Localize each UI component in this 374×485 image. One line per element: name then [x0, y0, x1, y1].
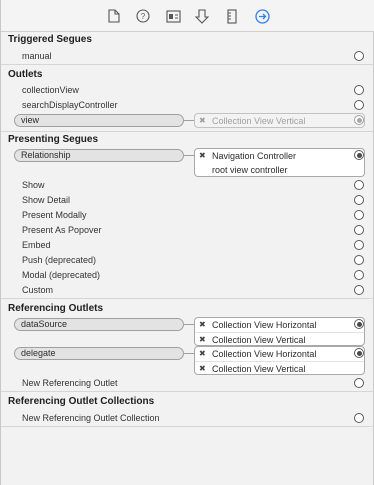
delegate-target-row: ✖ Collection View Horizontal [195, 347, 364, 361]
new-referencing-outlet-collection-connector[interactable] [354, 413, 364, 423]
relationship-target-subrow: root view controller [195, 163, 364, 177]
outlet-searchdisplaycontroller-label: searchDisplayController [22, 100, 118, 110]
section-divider [1, 426, 374, 427]
connection-line [184, 324, 194, 325]
connection-line [184, 120, 194, 121]
connections-icon[interactable] [254, 8, 270, 24]
svg-text:?: ? [141, 12, 146, 21]
segue-embed-connector[interactable] [354, 240, 364, 250]
relationship-target-row: ✖ Navigation Controller [195, 149, 364, 163]
section-title-referencing-outlet-collections: Referencing Outlet Collections [8, 396, 155, 407]
connections-inspector: ? Triggered Segues manual Outlets collec… [0, 0, 374, 485]
new-referencing-outlet-label: New Referencing Outlet [22, 378, 118, 388]
disconnect-icon[interactable]: ✖ [199, 114, 206, 128]
section-title-referencing-outlets: Referencing Outlets [8, 303, 104, 314]
segue-modal-connector[interactable] [354, 270, 364, 280]
target-name: Collection View Horizontal [212, 349, 317, 359]
segue-show-label: Show [22, 180, 45, 190]
segue-custom-connector[interactable] [354, 285, 364, 295]
relationship-target: ✖ Navigation Controller root view contro… [194, 148, 365, 177]
disconnect-icon[interactable]: ✖ [199, 333, 206, 347]
datasource-target-row: ✖ Collection View Horizontal [195, 318, 364, 332]
outlet-searchdisplaycontroller-connector[interactable] [354, 100, 364, 110]
target-name: Collection View Vertical [212, 335, 306, 345]
delegate-target-row: ✖ Collection View Vertical [195, 361, 364, 375]
inspector-toolbar: ? [1, 0, 374, 32]
disconnect-icon[interactable]: ✖ [199, 347, 206, 361]
segue-present-popover-connector[interactable] [354, 225, 364, 235]
outlet-collectionview-label: collectionView [22, 85, 79, 95]
segue-manual-label: manual [22, 51, 52, 61]
outlet-view-target: ✖ Collection View Vertical [194, 113, 365, 128]
outlet-view-pill[interactable]: view [14, 114, 184, 127]
size-icon[interactable] [224, 8, 240, 24]
datasource-target-row: ✖ Collection View Vertical [195, 332, 364, 346]
segue-manual-connector[interactable] [354, 51, 364, 61]
section-divider [1, 64, 374, 65]
disconnect-icon[interactable]: ✖ [199, 149, 206, 163]
target-name: Collection View Vertical [212, 116, 306, 126]
disconnect-icon[interactable]: ✖ [199, 362, 206, 376]
outlet-view-target-row: ✖ Collection View Vertical [195, 114, 364, 128]
section-title-presenting-segues: Presenting Segues [8, 134, 99, 145]
target-name: Collection View Vertical [212, 364, 306, 374]
new-referencing-outlet-connector[interactable] [354, 378, 364, 388]
section-divider [1, 131, 374, 132]
outlet-view-connector[interactable] [354, 115, 364, 125]
target-name: Collection View Horizontal [212, 320, 317, 330]
segue-show-detail-connector[interactable] [354, 195, 364, 205]
segue-modal-label: Modal (deprecated) [22, 270, 101, 280]
segue-present-modally-connector[interactable] [354, 210, 364, 220]
outlet-collectionview-connector[interactable] [354, 85, 364, 95]
segue-push-label: Push (deprecated) [22, 255, 97, 265]
section-divider [1, 391, 374, 392]
referencing-datasource-connector[interactable] [354, 319, 364, 329]
section-title-outlets: Outlets [8, 69, 43, 80]
section-divider [1, 298, 374, 299]
segue-embed-label: Embed [22, 240, 51, 250]
target-name: Navigation Controller [212, 151, 297, 161]
referencing-delegate-connector[interactable] [354, 348, 364, 358]
help-icon[interactable]: ? [135, 8, 151, 24]
connection-line [184, 353, 194, 354]
referencing-datasource-targets: ✖ Collection View Horizontal ✖ Collectio… [194, 317, 365, 346]
relationship-connector[interactable] [354, 150, 364, 160]
attributes-icon[interactable] [194, 8, 210, 24]
referencing-delegate-pill[interactable]: delegate [14, 347, 184, 360]
relationship-pill[interactable]: Relationship [14, 149, 184, 162]
target-subtitle: root view controller [212, 165, 288, 175]
segue-present-modally-label: Present Modally [22, 210, 87, 220]
file-icon[interactable] [106, 8, 122, 24]
referencing-datasource-pill[interactable]: dataSource [14, 318, 184, 331]
new-referencing-outlet-collection-label: New Referencing Outlet Collection [22, 413, 160, 423]
section-title-triggered-segues: Triggered Segues [8, 34, 92, 45]
referencing-delegate-targets: ✖ Collection View Horizontal ✖ Collectio… [194, 346, 365, 375]
segue-custom-label: Custom [22, 285, 54, 295]
connection-line [184, 155, 194, 156]
segue-show-detail-label: Show Detail [22, 195, 71, 205]
segue-show-connector[interactable] [354, 180, 364, 190]
identity-icon[interactable] [165, 8, 181, 24]
disconnect-icon[interactable]: ✖ [199, 318, 206, 332]
segue-present-popover-label: Present As Popover [22, 225, 102, 235]
segue-push-connector[interactable] [354, 255, 364, 265]
